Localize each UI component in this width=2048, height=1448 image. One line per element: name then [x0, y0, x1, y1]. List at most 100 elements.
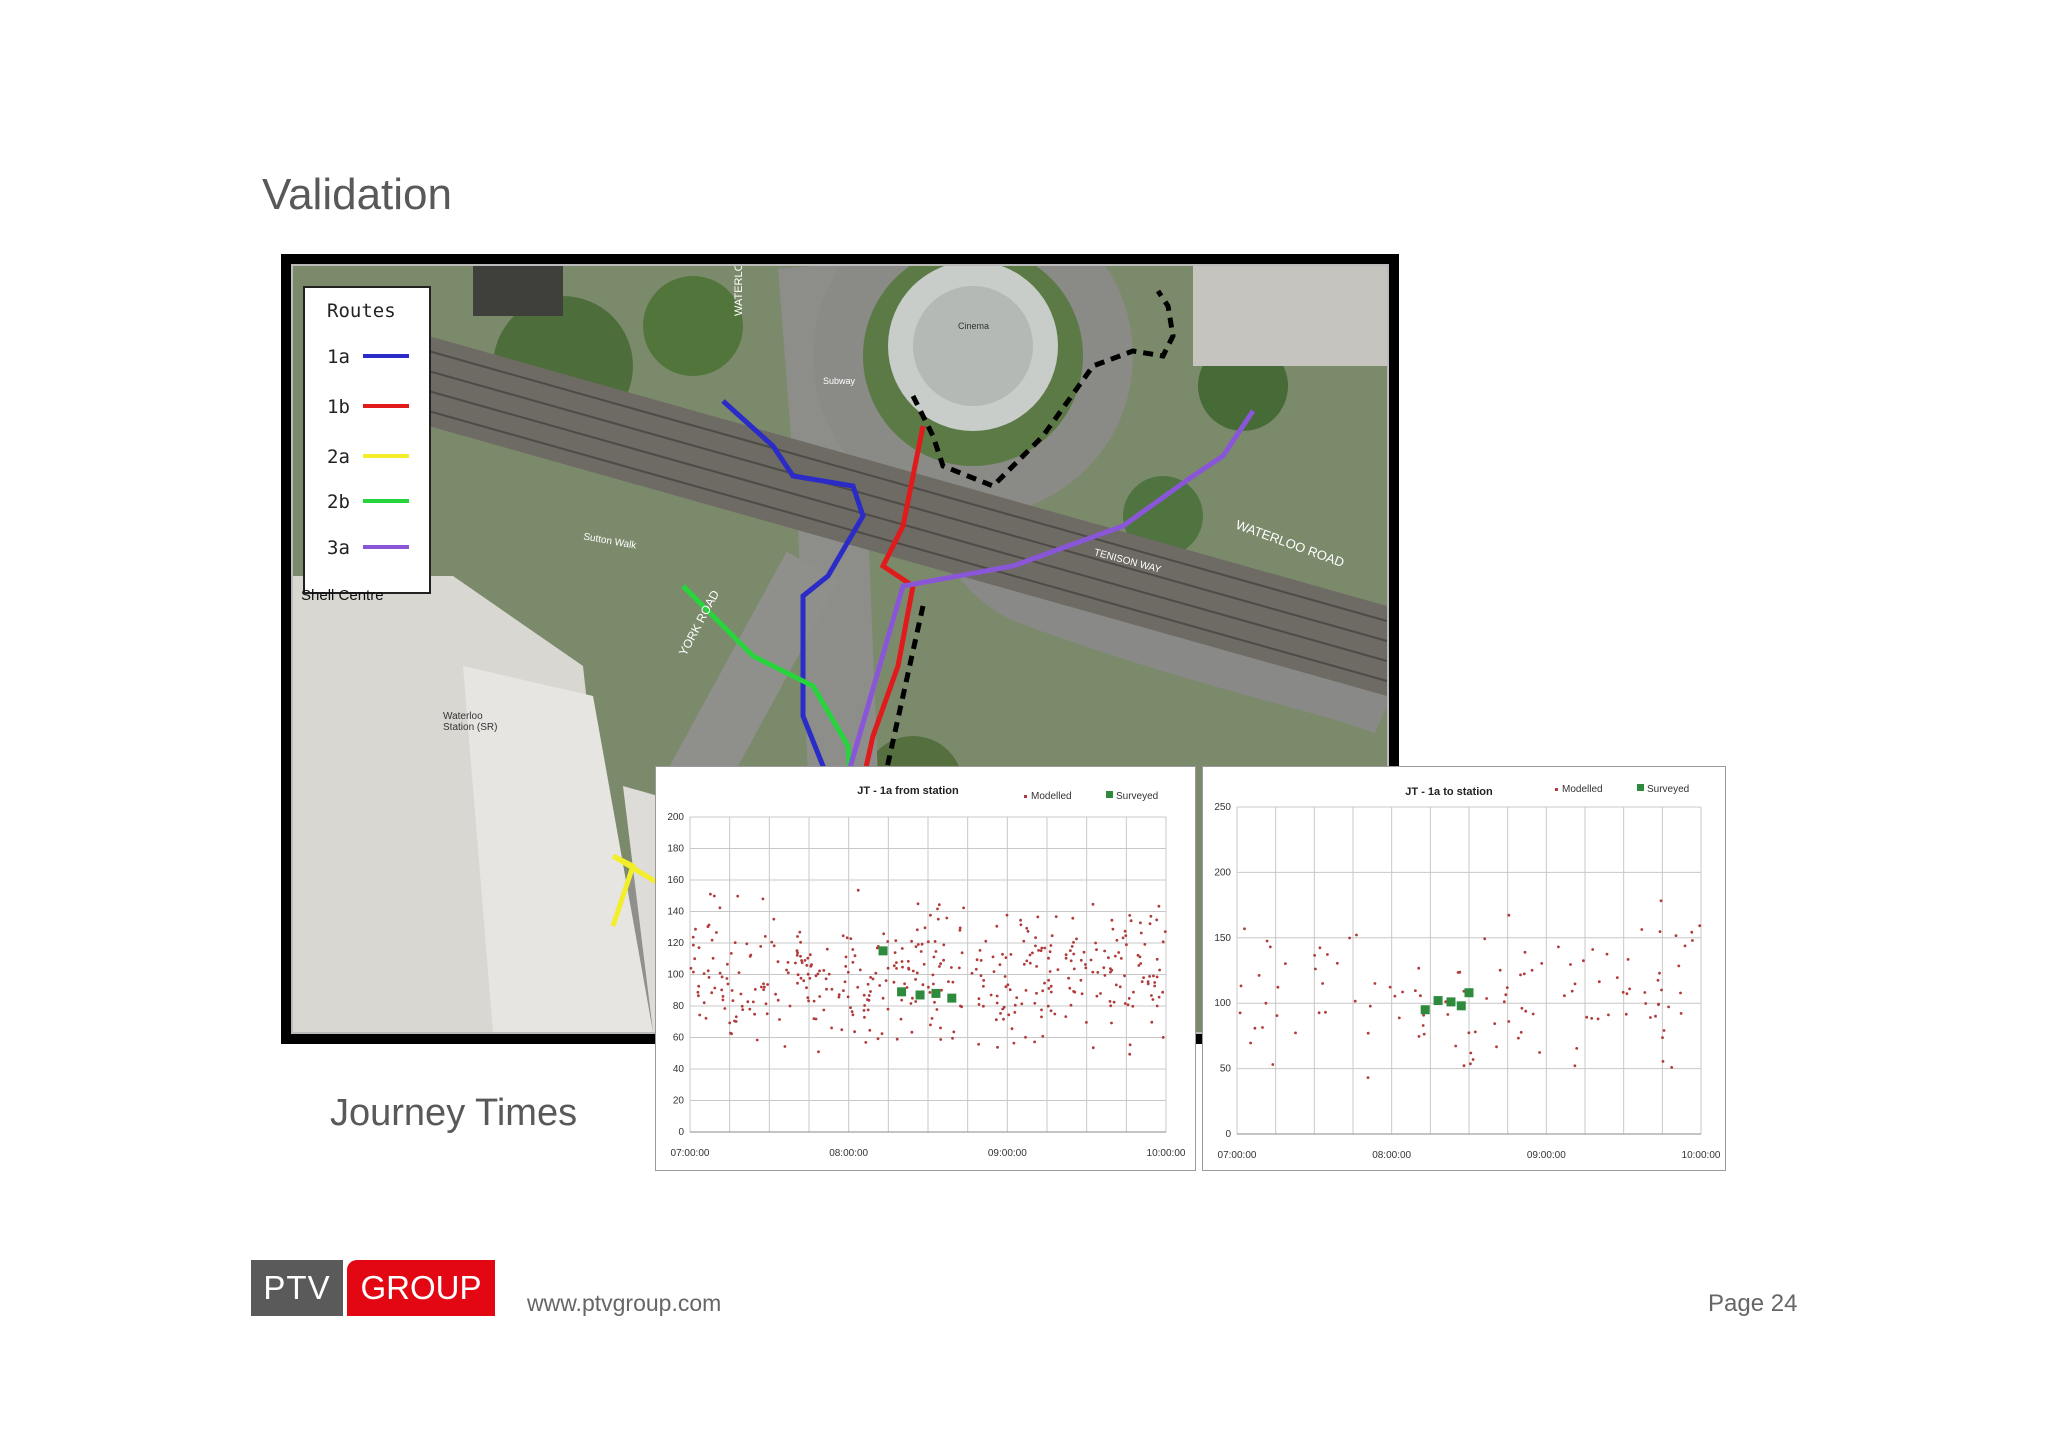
modelled-point — [846, 970, 850, 974]
modelled-point — [1072, 952, 1076, 956]
footer-url-link[interactable]: www.ptvgroup.com — [527, 1290, 721, 1317]
x-tick-label: 09:00:00 — [988, 1148, 1027, 1159]
modelled-point — [1039, 949, 1043, 952]
modelled-point — [1249, 1041, 1252, 1045]
modelled-point — [825, 987, 828, 991]
modelled-point — [916, 902, 920, 906]
modelled-point — [851, 1013, 855, 1017]
modelled-point — [812, 1017, 816, 1020]
scatter-chart-to-station: 0 50 100 150 200 250 07:00:00 08:00:00 09:00:00 1… — [1214, 784, 1721, 1161]
modelled-point — [1368, 1004, 1372, 1008]
modelled-point — [1264, 1001, 1268, 1005]
modelled-point — [1026, 929, 1030, 933]
modelled-point — [817, 1050, 820, 1054]
modelled-point — [1040, 946, 1044, 950]
modelled-point — [1048, 950, 1052, 954]
modelled-point — [1419, 994, 1422, 998]
modelled-point — [884, 979, 888, 982]
modelled-point — [1143, 943, 1147, 946]
y-tick-label: 150 — [1214, 933, 1231, 944]
modelled-point — [1458, 970, 1462, 974]
modelled-point — [1099, 992, 1102, 995]
modelled-point — [1013, 1011, 1017, 1014]
slide-title: Validation — [262, 170, 452, 219]
modelled-point — [892, 980, 896, 984]
modelled-point — [1573, 982, 1577, 986]
modelled-point — [1115, 938, 1119, 942]
surveyed-point — [1433, 996, 1443, 1006]
modelled-point — [982, 984, 985, 988]
legend-marker-modelled — [1555, 788, 1558, 791]
modelled-point — [1161, 1036, 1165, 1039]
x-tick-label: 10:00:00 — [1682, 1150, 1721, 1161]
modelled-point — [1110, 1021, 1113, 1025]
modelled-point — [818, 995, 822, 998]
modelled-point — [805, 964, 809, 967]
modelled-point — [1091, 1046, 1095, 1050]
modelled-point — [1024, 1035, 1027, 1039]
modelled-point — [853, 954, 857, 958]
modelled-point — [1037, 949, 1040, 952]
modelled-point — [1139, 962, 1143, 965]
modelled-point — [853, 1030, 856, 1034]
logo-group-text: GROUP — [347, 1260, 495, 1316]
modelled-point — [951, 980, 955, 984]
modelled-point — [1531, 1012, 1535, 1016]
modelled-point — [796, 951, 799, 955]
legend-label-modelled: Modelled — [1562, 784, 1603, 795]
modelled-point — [930, 1017, 934, 1020]
modelled-point — [1119, 957, 1123, 960]
modelled-point — [869, 976, 872, 979]
modelled-point — [867, 994, 871, 997]
modelled-point — [992, 970, 996, 973]
modelled-point — [697, 984, 701, 988]
modelled-point — [770, 940, 774, 944]
modelled-point — [978, 949, 982, 952]
modelled-point — [755, 1038, 759, 1042]
x-tick-label: 10:00:00 — [1147, 1148, 1186, 1159]
modelled-point — [945, 916, 949, 920]
modelled-point — [1050, 934, 1054, 938]
modelled-point — [1109, 1004, 1113, 1008]
y-tick-label: 0 — [678, 1127, 684, 1138]
modelled-point — [1659, 899, 1663, 903]
modelled-point — [1397, 1016, 1401, 1020]
modelled-point — [1009, 953, 1013, 956]
surveyed-point — [947, 993, 957, 1003]
modelled-point — [1152, 974, 1155, 978]
chart-jt-1a-to-station: 0 50 100 150 200 250 07:00:00 08:00:00 09:00:00 1… — [1202, 766, 1726, 1171]
modelled-point — [849, 1006, 852, 1009]
modelled-point — [1523, 950, 1527, 954]
ptv-group-logo[interactable]: PTV GROUP — [251, 1260, 495, 1316]
modelled-point — [1047, 956, 1050, 960]
modelled-point — [726, 982, 730, 986]
modelled-point — [910, 939, 913, 943]
modelled-point — [1239, 984, 1243, 988]
modelled-point — [763, 935, 767, 938]
modelled-point — [876, 1037, 880, 1041]
surveyed-point — [878, 946, 888, 956]
modelled-point — [942, 943, 946, 947]
modelled-point — [919, 950, 923, 953]
modelled-point — [934, 950, 938, 953]
modelled-point — [950, 966, 953, 969]
modelled-point — [798, 930, 802, 934]
modelled-point — [1025, 926, 1029, 930]
map-label-waterloo-station: Waterloo Station (SR) — [443, 711, 498, 733]
modelled-point — [795, 953, 799, 957]
modelled-point — [1110, 918, 1114, 922]
modelled-point — [1034, 936, 1037, 939]
modelled-point — [886, 966, 890, 970]
modelled-point — [1019, 923, 1023, 927]
modelled-point — [1035, 965, 1038, 968]
modelled-point — [1095, 948, 1098, 951]
modelled-point — [830, 1026, 833, 1030]
modelled-point — [1621, 990, 1625, 994]
modelled-point — [1243, 927, 1246, 931]
modelled-point — [720, 988, 724, 992]
modelled-point — [1128, 914, 1132, 917]
modelled-point — [910, 1030, 914, 1034]
modelled-point — [1123, 1002, 1127, 1005]
modelled-point — [936, 907, 939, 911]
y-tick-label: 120 — [667, 938, 684, 949]
